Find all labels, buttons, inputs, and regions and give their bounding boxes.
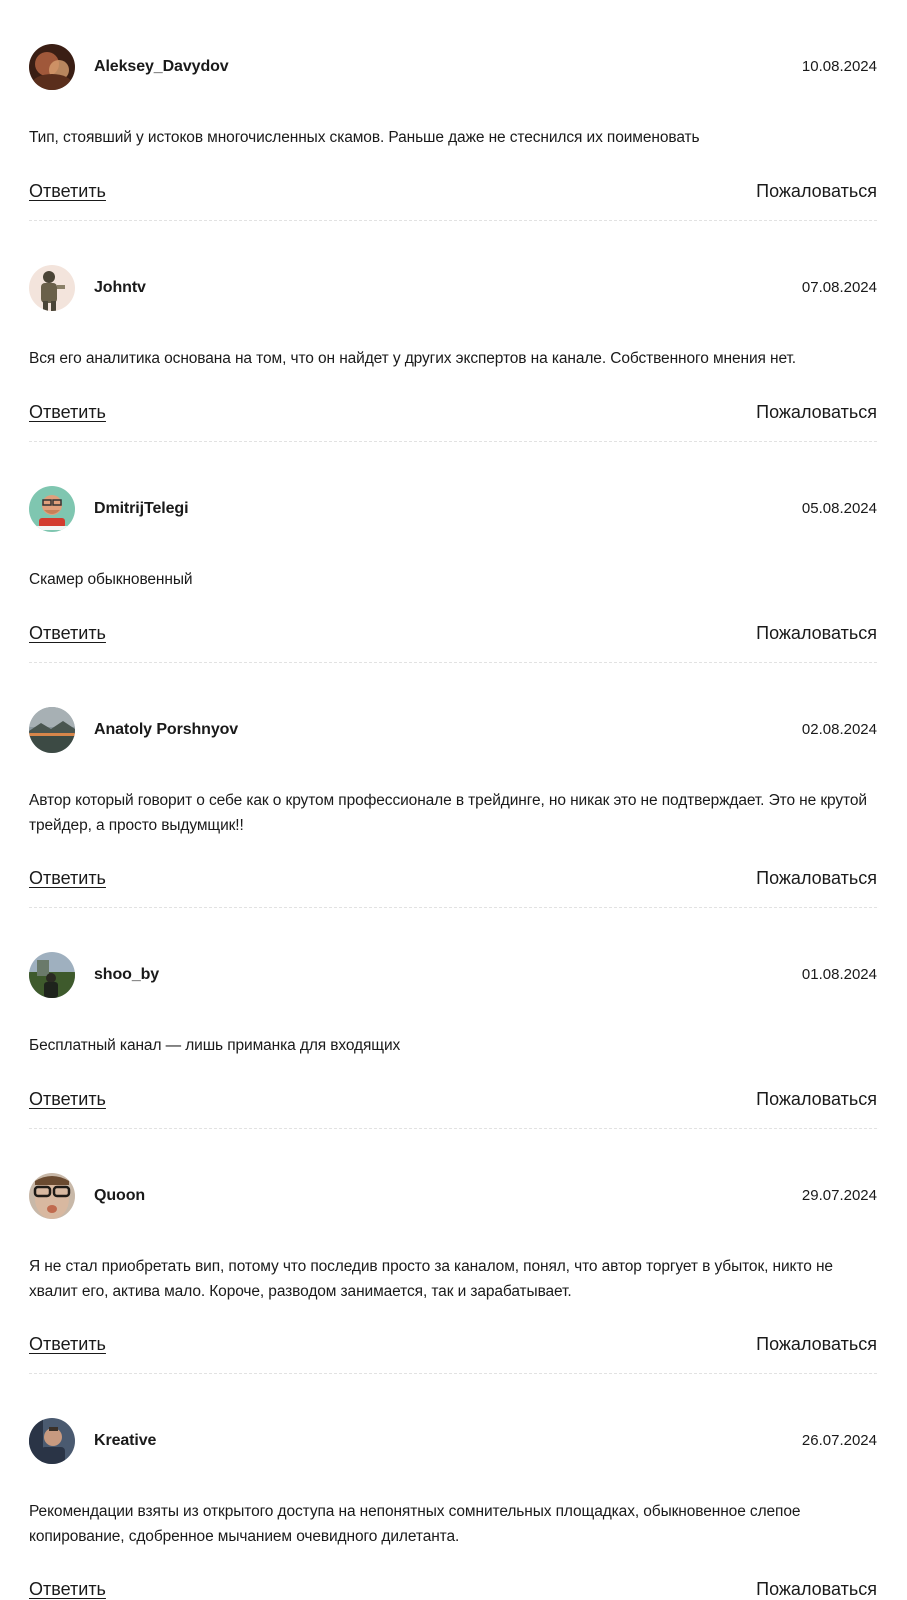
person-photo-icon <box>29 265 75 311</box>
avatar[interactable] <box>29 44 75 90</box>
person-photo-icon <box>29 952 75 998</box>
comment-date: 05.08.2024 <box>801 500 877 517</box>
comment-author: shoo_by <box>94 966 160 983</box>
comment-header: shoo_by 01.08.2024 <box>29 952 877 998</box>
reply-link[interactable]: Ответить <box>29 1088 106 1110</box>
comment-author: Aleksey_Davydov <box>94 58 229 75</box>
comment-author: Quoon <box>94 1187 146 1204</box>
comment-actions: Ответить Пожаловаться <box>29 622 877 644</box>
comment-item: Johntv 07.08.2024 Вся его аналитика осно… <box>29 221 877 442</box>
report-link[interactable]: Пожаловаться <box>756 1088 877 1110</box>
comment-actions: Ответить Пожаловаться <box>29 180 877 202</box>
comment-header: DmitrijTelegi 05.08.2024 <box>29 486 877 532</box>
comment-header: Johntv 07.08.2024 <box>29 265 877 311</box>
comment-author: Johntv <box>94 279 146 296</box>
comment-actions: Ответить Пожаловаться <box>29 1088 877 1110</box>
reply-link[interactable]: Ответить <box>29 401 106 423</box>
comments-list: Aleksey_Davydov 10.08.2024 Тип, стоявший… <box>29 0 877 1599</box>
comment-author: Anatoly Porshnyov <box>94 721 239 738</box>
person-photo-icon <box>29 1173 75 1219</box>
avatar[interactable] <box>29 952 75 998</box>
comment-header: Kreative 26.07.2024 <box>29 1418 877 1464</box>
report-link[interactable]: Пожаловаться <box>756 401 877 423</box>
comment-date: 07.08.2024 <box>801 279 877 296</box>
comment-date: 02.08.2024 <box>801 721 877 738</box>
avatar[interactable] <box>29 1173 75 1219</box>
comment-actions: Ответить Пожаловаться <box>29 1578 877 1600</box>
comment-item: shoo_by 01.08.2024 Бесплатный канал — ли… <box>29 908 877 1129</box>
comment-item: Kreative 26.07.2024 Рекомендации взяты и… <box>29 1374 877 1599</box>
reply-link[interactable]: Ответить <box>29 180 106 202</box>
avatar[interactable] <box>29 265 75 311</box>
comment-item: Quoon 29.07.2024 Я не стал приобретать в… <box>29 1129 877 1374</box>
reply-link[interactable]: Ответить <box>29 622 106 644</box>
comment-header: Quoon 29.07.2024 <box>29 1173 877 1219</box>
comment-header: Aleksey_Davydov 10.08.2024 <box>29 44 877 90</box>
comment-text: Скамер обыкновенный <box>29 571 193 588</box>
report-link[interactable]: Пожаловаться <box>756 180 877 202</box>
comment-text: Автор который говорит о себе как о круто… <box>29 792 867 834</box>
comment-actions: Ответить Пожаловаться <box>29 401 877 423</box>
report-link[interactable]: Пожаловаться <box>756 1333 877 1355</box>
reply-link[interactable]: Ответить <box>29 1333 106 1355</box>
person-photo-icon <box>29 44 75 90</box>
comment-text: Бесплатный канал — лишь приманка для вхо… <box>29 1037 401 1054</box>
comment-author: Kreative <box>94 1432 157 1449</box>
comment-date: 10.08.2024 <box>801 58 877 75</box>
comment-item: DmitrijTelegi 05.08.2024 Скамер обыкнове… <box>29 442 877 663</box>
comment-item: Aleksey_Davydov 10.08.2024 Тип, стоявший… <box>29 0 877 221</box>
comment-date: 26.07.2024 <box>801 1432 877 1449</box>
comment-date: 29.07.2024 <box>801 1187 877 1204</box>
reply-link[interactable]: Ответить <box>29 1578 106 1600</box>
report-link[interactable]: Пожаловаться <box>756 1578 877 1600</box>
comment-header: Anatoly Porshnyov 02.08.2024 <box>29 707 877 753</box>
comment-author: DmitrijTelegi <box>94 500 189 517</box>
comment-text: Я не стал приобретать вип, потому что по… <box>29 1258 833 1300</box>
comment-text: Тип, стоявший у истоков многочисленных с… <box>29 129 700 146</box>
landscape-photo-icon <box>29 707 75 753</box>
cartoon-avatar-icon <box>29 486 75 532</box>
report-link[interactable]: Пожаловаться <box>756 622 877 644</box>
comment-text: Рекомендации взяты из открытого доступа … <box>29 1503 801 1545</box>
avatar[interactable] <box>29 486 75 532</box>
comment-date: 01.08.2024 <box>801 966 877 983</box>
reply-link[interactable]: Ответить <box>29 867 106 889</box>
comment-text: Вся его аналитика основана на том, что о… <box>29 350 796 367</box>
avatar[interactable] <box>29 707 75 753</box>
comment-item: Anatoly Porshnyov 02.08.2024 Автор котор… <box>29 663 877 908</box>
comment-actions: Ответить Пожаловаться <box>29 1333 877 1355</box>
avatar[interactable] <box>29 1418 75 1464</box>
comment-actions: Ответить Пожаловаться <box>29 867 877 889</box>
report-link[interactable]: Пожаловаться <box>756 867 877 889</box>
person-photo-icon <box>29 1418 75 1464</box>
